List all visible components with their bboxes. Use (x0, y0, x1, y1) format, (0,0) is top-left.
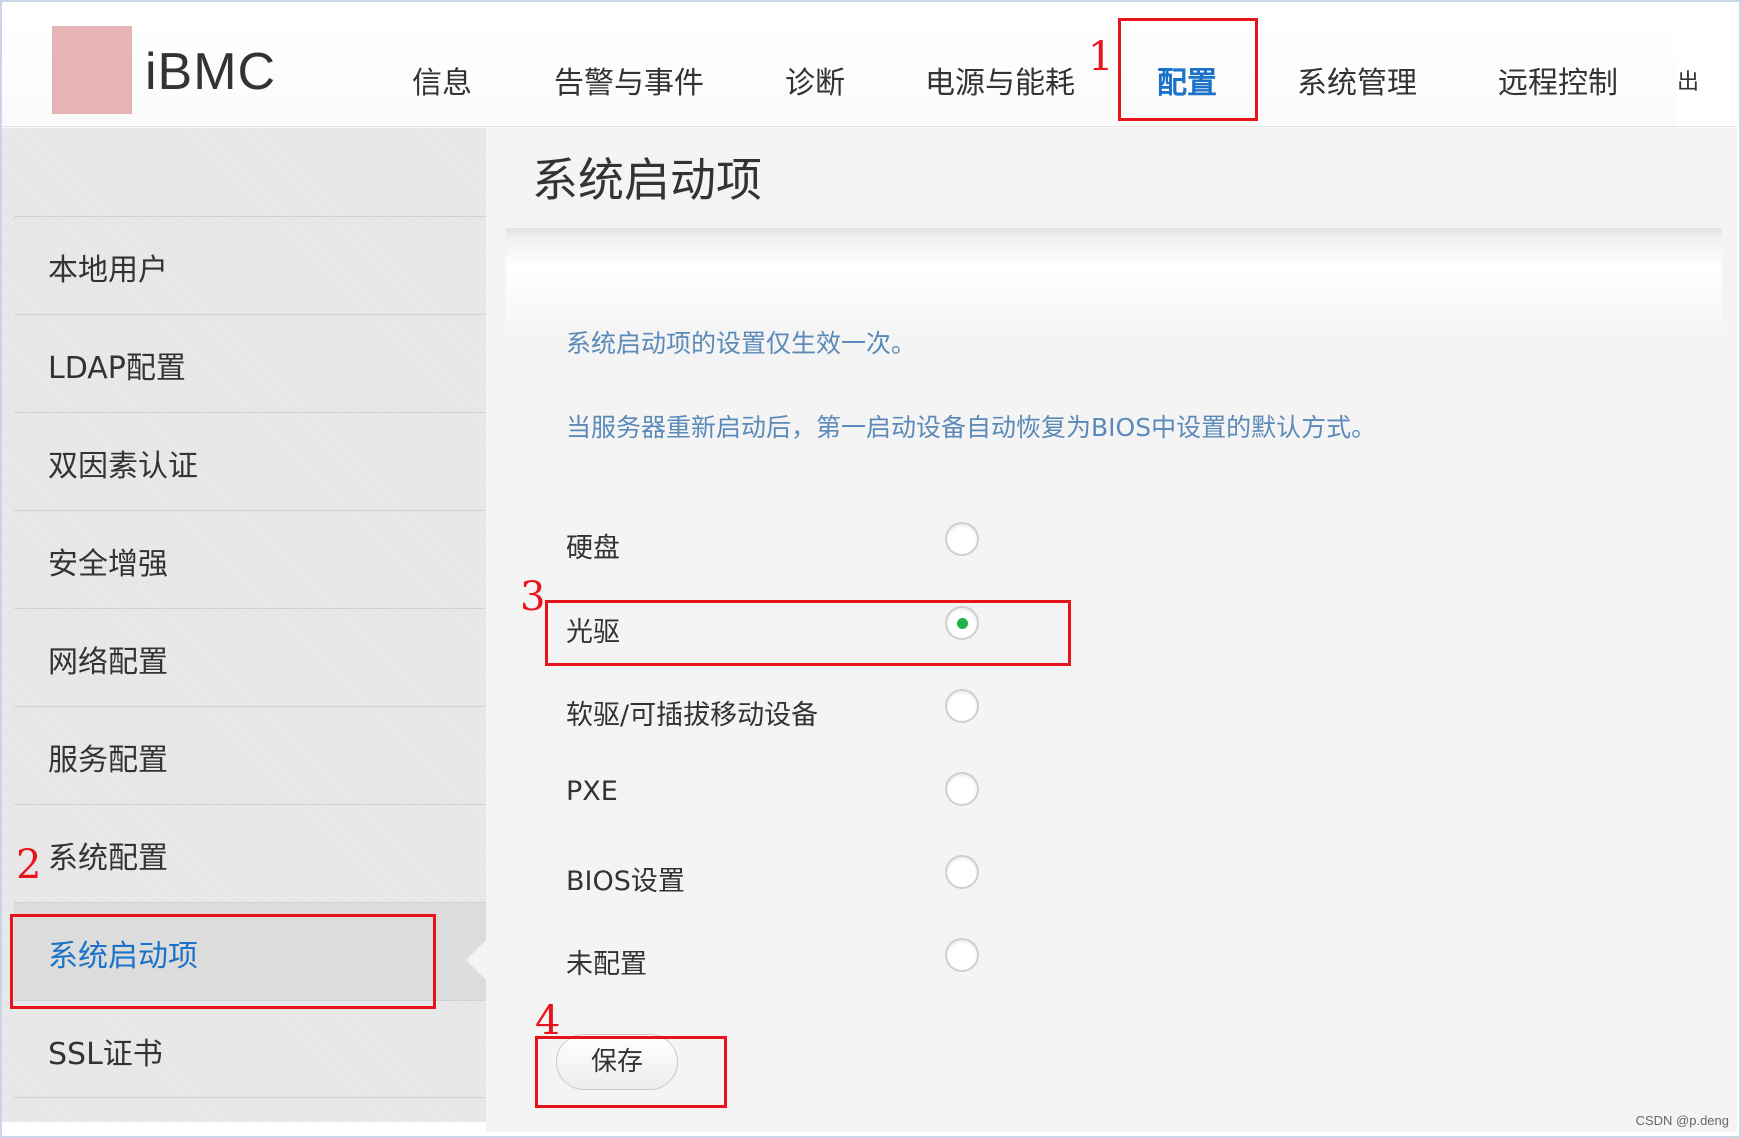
option-label-not-configured: 未配置 (566, 949, 647, 980)
nav-item-system-management[interactable]: 系统管理 (1297, 58, 1417, 102)
annotation-number: 4 (535, 998, 561, 1044)
annotation-box-optical-drive (545, 600, 1071, 666)
sidebar-item-security[interactable]: 安全增强 (14, 510, 486, 608)
sidebar-item-label: 服务配置 (48, 743, 168, 778)
sidebar-item-two-factor[interactable]: 双因素认证 (14, 412, 486, 510)
page-title: 系统启动项 (532, 153, 762, 207)
nav-item-alarms-events[interactable]: 告警与事件 (554, 58, 704, 102)
option-label-hard-disk: 硬盘 (566, 533, 620, 564)
sidebar-item-network[interactable]: 网络配置 (14, 608, 486, 706)
sidebar-item-system-config[interactable]: 系统配置 (14, 804, 486, 902)
annotation-box-config-tab (1118, 18, 1258, 121)
sidebar-item-services[interactable]: 服务配置 (14, 706, 486, 804)
radio-floppy-removable[interactable] (945, 689, 979, 723)
annotation-number: 3 (520, 574, 546, 620)
sidebar-item-label: 本地用户 (48, 253, 168, 288)
nav-item-remote-control[interactable]: 远程控制 (1498, 58, 1618, 102)
top-header: iBMC 信息 告警与事件 诊断 电源与能耗 配置 系统管理 远程控制 出 (2, 20, 1699, 128)
option-label-pxe: PXE (566, 776, 618, 807)
annotation-box-boot-options (10, 914, 436, 1009)
nav-item-overflow[interactable]: 出 (1677, 64, 1699, 96)
sidebar-item-label: 双因素认证 (48, 449, 198, 484)
nav-item-diagnosis[interactable]: 诊断 (785, 58, 845, 102)
logo-image (52, 26, 132, 114)
info-note: 系统启动项的设置仅生效一次。 (566, 329, 917, 358)
sidebar-item-local-users[interactable]: 本地用户 (14, 216, 486, 314)
radio-hard-disk[interactable] (945, 522, 979, 556)
sidebar-item-label: LDAP配置 (48, 351, 186, 386)
option-label-floppy-removable: 软驱/可插拔移动设备 (566, 700, 819, 731)
sidebar-item-label: 网络配置 (48, 645, 168, 680)
watermark-credit: CSDN @p.deng (1635, 1113, 1729, 1128)
sidebar-item-ldap[interactable]: LDAP配置 (14, 314, 486, 412)
option-label-bios-setup: BIOS设置 (566, 866, 685, 897)
nav-item-power[interactable]: 电源与能耗 (925, 58, 1075, 102)
sidebar-item-label: SSL证书 (48, 1037, 163, 1072)
logo-text: iBMC (145, 43, 277, 101)
annotation-number: 2 (16, 842, 42, 888)
header-divider (2, 126, 1737, 127)
sidebar-item-ssl-cert[interactable]: SSL证书 (14, 1000, 486, 1098)
sidebar-item-label: 系统配置 (48, 841, 168, 876)
radio-not-configured[interactable] (945, 938, 979, 972)
info-note: 当服务器重新启动后，第一启动设备自动恢复为BIOS中设置的默认方式。 (566, 413, 1377, 442)
annotation-number: 1 (1088, 34, 1114, 80)
sidebar-item-label: 安全增强 (48, 547, 168, 582)
radio-pxe[interactable] (945, 772, 979, 806)
title-shadow (506, 228, 1722, 338)
nav-item-info[interactable]: 信息 (412, 58, 472, 102)
radio-bios-setup[interactable] (945, 855, 979, 889)
active-pointer-arrow (466, 938, 488, 982)
annotation-box-save (535, 1036, 727, 1108)
